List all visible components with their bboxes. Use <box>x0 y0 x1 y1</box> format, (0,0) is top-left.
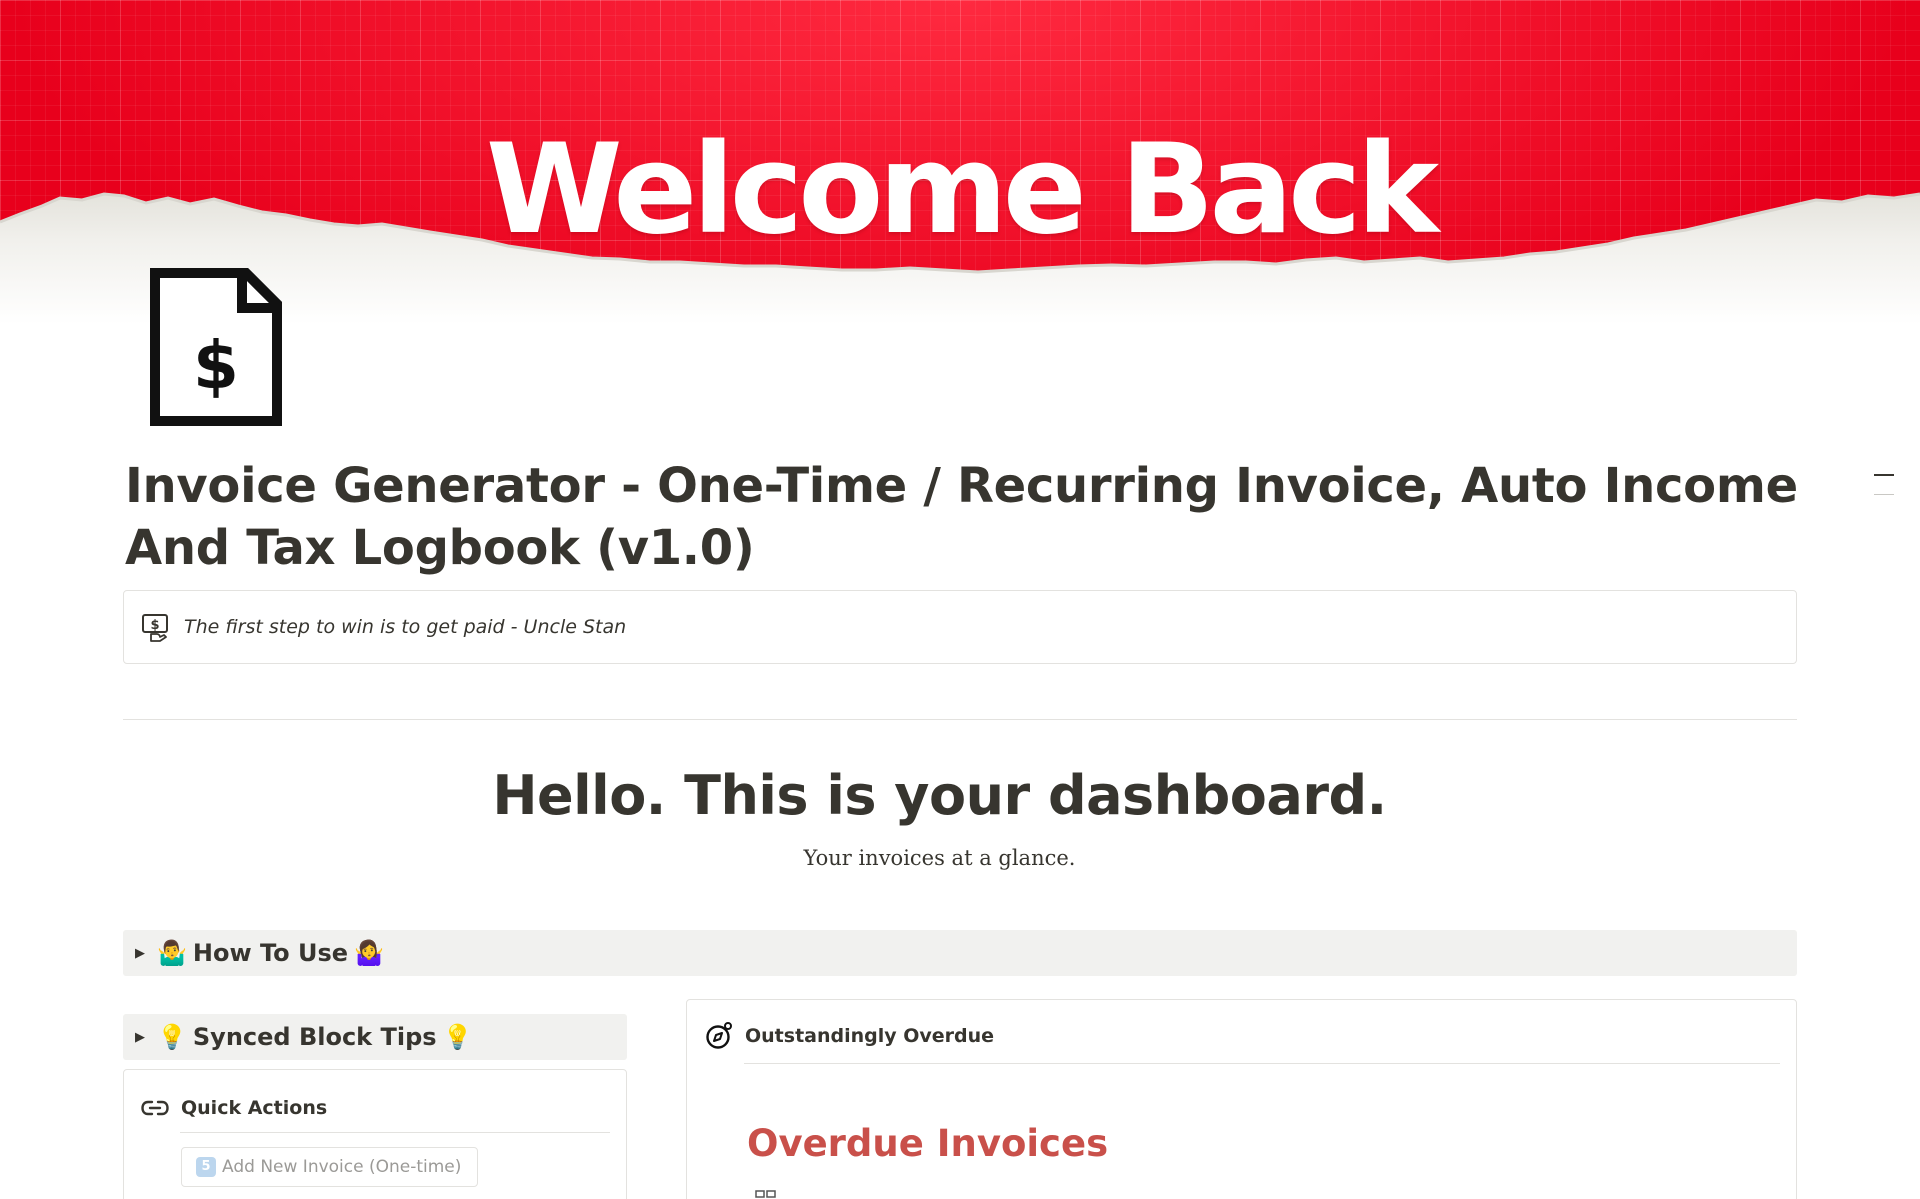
light-bulb-emoji: 💡 <box>442 1023 473 1051</box>
keycap-five-emoji: 5 <box>196 1157 216 1177</box>
shrugging-man-emoji: 🤷‍♂️ <box>157 939 187 967</box>
svg-text:$: $ <box>193 327 239 404</box>
light-bulb-emoji: 💡 <box>157 1023 187 1051</box>
cover-image: Welcome Back <box>0 0 1920 380</box>
outstandingly-overdue-card: Outstandingly Overdue Overdue Invoices <box>686 999 1797 1199</box>
add-new-invoice-one-time-button[interactable]: 5 Add New Invoice (One-time) <box>181 1147 479 1187</box>
page-title[interactable]: Invoice Generator - One-Time / Recurring… <box>125 455 1805 579</box>
outstandingly-overdue-label: Outstandingly Overdue <box>745 1025 995 1047</box>
divider <box>123 719 1797 720</box>
table-of-contents-indicator[interactable] <box>1874 474 1896 495</box>
dashboard-subheading: Your invoices at a glance. <box>803 846 1076 870</box>
dashboard-heading: Hello. This is your dashboard. <box>492 764 1387 827</box>
overdue-invoices-heading: Overdue Invoices <box>747 1122 1109 1165</box>
toggle-arrow-icon[interactable]: ▶ <box>135 1029 157 1045</box>
toc-line <box>1874 494 1894 495</box>
table-icon <box>755 1190 776 1198</box>
torn-paper-edge <box>0 192 1920 380</box>
quote-callout: $ The first step to win is to get paid -… <box>123 590 1797 664</box>
quick-actions-label: Quick Actions <box>181 1097 328 1119</box>
quick-actions-card: Quick Actions 5 Add New Invoice (One-tim… <box>123 1069 627 1199</box>
how-to-use-label: How To Use <box>192 939 349 967</box>
quote-text: The first step to win is to get paid - U… <box>184 616 627 638</box>
divider <box>180 1132 610 1133</box>
toc-line-active <box>1874 474 1894 476</box>
shrugging-woman-emoji: 🤷‍♀️ <box>354 939 384 967</box>
invoice-dollar-document-icon[interactable]: $ <box>150 268 282 426</box>
svg-text:$: $ <box>150 618 159 633</box>
hand-with-dollar-sign-icon[interactable]: $ <box>141 613 171 643</box>
toggle-arrow-icon[interactable]: ▶ <box>135 945 157 961</box>
compass-icon <box>706 1022 732 1049</box>
synced-block-tips-toggle[interactable]: ▶ 💡 Synced Block Tips 💡 <box>123 1014 627 1060</box>
link-icon <box>141 1100 169 1116</box>
how-to-use-toggle[interactable]: ▶ 🤷‍♂️ How To Use 🤷‍♀️ <box>123 930 1797 976</box>
divider <box>744 1063 1780 1064</box>
synced-block-tips-label: Synced Block Tips <box>192 1023 437 1051</box>
button-label: Add New Invoice (One-time) <box>222 1157 462 1177</box>
